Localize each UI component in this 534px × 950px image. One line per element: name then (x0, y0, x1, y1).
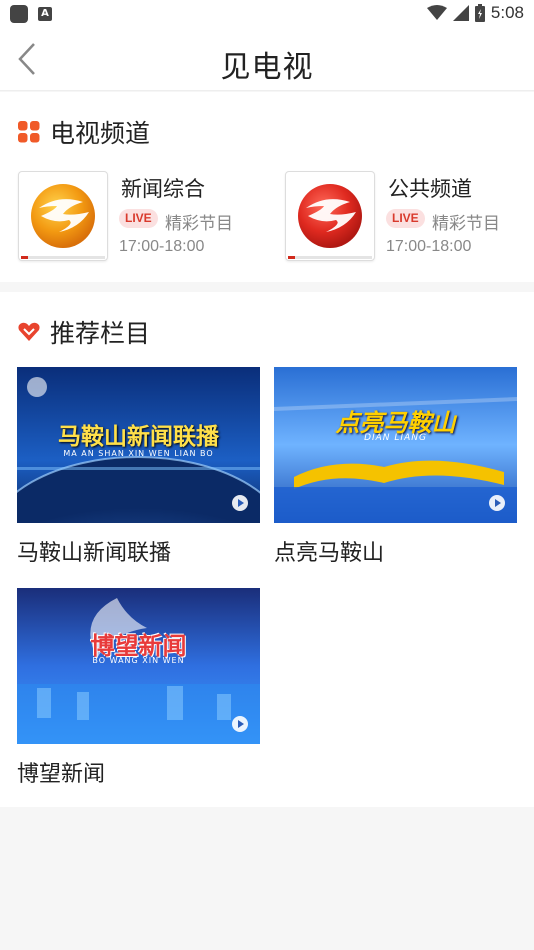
channel-news[interactable]: 新闻综合 LIVE 精彩节目 17:00-18:00 (18, 171, 278, 261)
section-title: 电视频道 (50, 119, 151, 148)
progress-fill (21, 256, 28, 259)
program-thumbnail: 博望新闻 BO WANG XIN WEN (17, 588, 260, 744)
program-time: 17:00-18:00 (386, 238, 472, 255)
live-badge: LIVE (386, 209, 425, 228)
thumbnail-image (17, 588, 260, 744)
status-bar: A 5:08 (0, 0, 534, 28)
play-icon (489, 495, 505, 511)
program-thumbnail: 点亮马鞍山 DIAN LIANG (274, 367, 517, 523)
thumbnail-image (274, 367, 517, 523)
clock: 5:08 (490, 3, 524, 22)
section-header: 电视频道 (18, 114, 150, 150)
channel-logo (18, 171, 108, 261)
status-right: 5:08 (426, 3, 524, 23)
program-name: 精彩节目 (432, 214, 500, 234)
program-title: 博望新闻 (17, 762, 106, 787)
thumbnail-subtitle: MA AN SHAN XIN WEN LIAN BO (63, 449, 214, 458)
program-name: 精彩节目 (165, 214, 233, 234)
channel-logo (285, 171, 375, 261)
channel-logo-icon (298, 184, 362, 248)
program-thumbnail: 马鞍山新闻联播 MA AN SHAN XIN WEN LIAN BO (17, 367, 260, 523)
program-card[interactable]: 点亮马鞍山 DIAN LIANG 点亮马鞍山 (274, 367, 517, 567)
thumbnail-subtitle: DIAN LIANG (364, 433, 427, 443)
program-time: 17:00-18:00 (119, 238, 205, 255)
thumbnail-subtitle: BO WANG XIN WEN (92, 656, 185, 665)
app-header: 见电视 (0, 28, 534, 91)
channel-name: 公共频道 (388, 177, 472, 201)
tv-channel-section: 电视频道 新闻综合 LIVE 精彩节目 17:00-18:00 公共频道 LIV… (0, 92, 534, 282)
thumbnail-banner: 马鞍山新闻联播 (58, 424, 219, 450)
program-title: 点亮马鞍山 (274, 541, 385, 566)
channel-name: 新闻综合 (121, 177, 205, 201)
program-title: 马鞍山新闻联播 (17, 541, 172, 566)
wifi-icon (426, 5, 447, 20)
signal-icon (452, 5, 469, 21)
section-title: 推荐栏目 (50, 319, 151, 348)
page-title: 见电视 (220, 50, 314, 85)
progress-fill (288, 256, 295, 259)
channel-public[interactable]: 公共频道 LIVE 精彩节目 17:00-18:00 (285, 171, 534, 261)
play-icon (232, 495, 248, 511)
channel-progress-bar (21, 256, 105, 259)
channel-logo-icon (31, 184, 95, 248)
live-badge: LIVE (119, 209, 158, 228)
a-icon: A (38, 7, 52, 21)
notification-icon (10, 5, 28, 23)
program-card[interactable]: 马鞍山新闻联播 MA AN SHAN XIN WEN LIAN BO 马鞍山新闻… (17, 367, 260, 567)
status-left: A (10, 5, 52, 23)
heart-icon (18, 322, 40, 341)
recommended-section: 推荐栏目 马鞍山新闻联播 MA AN SHAN XIN WEN LIAN BO … (0, 292, 534, 807)
play-icon (232, 716, 248, 732)
program-card[interactable]: 博望新闻 BO WANG XIN WEN 博望新闻 (17, 588, 260, 788)
channel-progress-bar (288, 256, 372, 259)
section-header: 推荐栏目 (18, 314, 150, 350)
grid-icon (18, 121, 40, 143)
battery-icon (474, 4, 485, 22)
